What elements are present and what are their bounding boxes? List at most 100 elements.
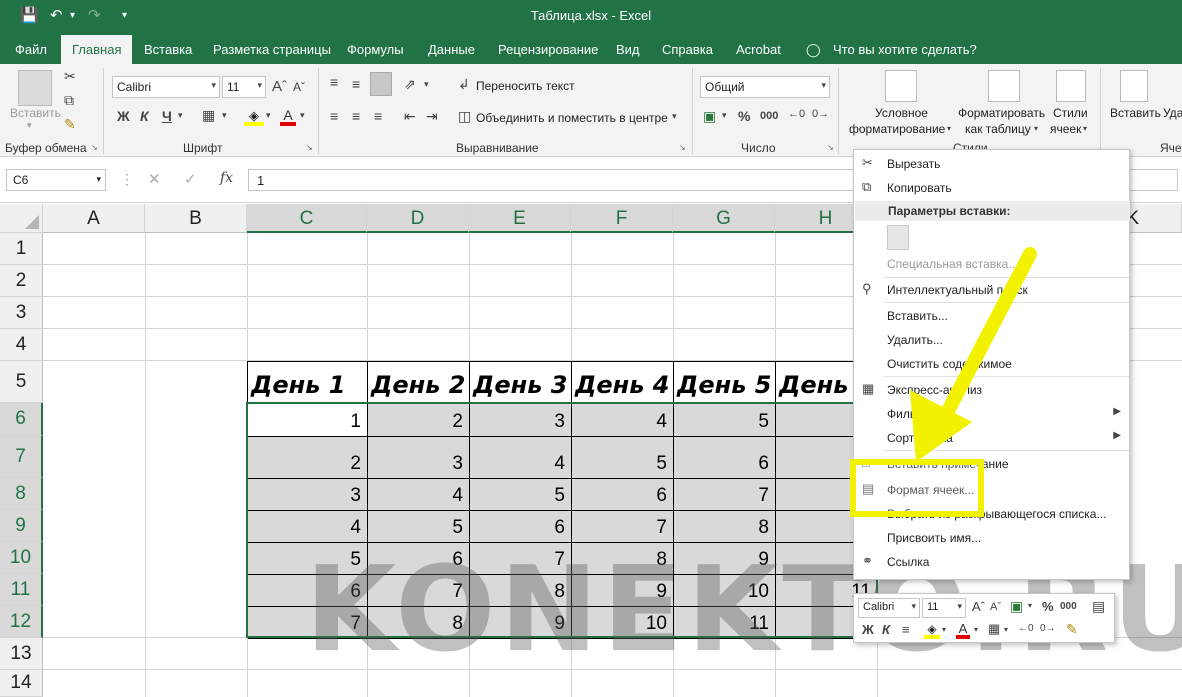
- format-painter-icon[interactable]: ✎: [1066, 621, 1078, 638]
- row-header-9[interactable]: 9: [0, 510, 43, 542]
- row-header-3[interactable]: 3: [0, 297, 43, 329]
- bold-button[interactable]: Ж: [862, 622, 874, 637]
- column-header-b[interactable]: B: [145, 204, 247, 233]
- menu-item-copy[interactable]: ⧉ Копировать: [854, 176, 1129, 200]
- row-header-13[interactable]: 13: [0, 638, 43, 670]
- table-cell[interactable]: 3: [248, 479, 368, 511]
- table-header-cell[interactable]: День 5: [674, 362, 776, 404]
- percent-style-icon[interactable]: %: [738, 108, 750, 124]
- paste-button-label[interactable]: Вставить: [10, 106, 61, 120]
- select-all-corner[interactable]: [0, 204, 43, 233]
- table-cell[interactable]: 4: [368, 479, 470, 511]
- row-header-6[interactable]: 6: [0, 403, 43, 436]
- orientation-dropdown-icon[interactable]: ▾: [424, 79, 429, 90]
- increase-decimal-icon[interactable]: ←0: [1018, 623, 1034, 634]
- format-as-table-icon[interactable]: [988, 70, 1020, 102]
- paste-dropdown-icon[interactable]: ▾: [27, 120, 32, 131]
- borders-icon[interactable]: ▦: [988, 621, 1000, 637]
- decrease-indent-icon[interactable]: ⇤: [404, 108, 416, 125]
- column-header-c[interactable]: C: [247, 204, 367, 233]
- table-header-cell[interactable]: День 3: [470, 362, 572, 404]
- table-cell[interactable]: 8: [572, 543, 674, 575]
- accounting-format-icon[interactable]: ▣: [703, 108, 716, 125]
- grow-font-icon[interactable]: Aˆ: [972, 599, 985, 614]
- table-cell[interactable]: 3: [368, 437, 470, 479]
- mini-size-combo[interactable]: 11 ▾: [922, 598, 966, 618]
- chevron-down-icon[interactable]: ▾: [1083, 124, 1087, 133]
- chevron-down-icon[interactable]: ▾: [1034, 124, 1038, 133]
- conditional-formatting-label-2[interactable]: форматирование: [849, 122, 945, 136]
- cell-styles-label-1[interactable]: Стили: [1053, 106, 1088, 120]
- cancel-icon[interactable]: ✕: [148, 170, 161, 188]
- font-color-icon[interactable]: A: [280, 107, 296, 126]
- increase-indent-icon[interactable]: ⇥: [426, 108, 438, 125]
- conditional-formatting-label-1[interactable]: Условное: [875, 106, 928, 120]
- delete-cells-button[interactable]: Уда: [1163, 106, 1182, 120]
- copy-icon[interactable]: ⧉: [64, 92, 74, 109]
- table-cell[interactable]: 10: [572, 607, 674, 639]
- mini-font-combo[interactable]: Calibri ▾: [858, 598, 920, 618]
- comma-style-icon[interactable]: 000: [760, 110, 778, 122]
- table-cell[interactable]: 5: [248, 543, 368, 575]
- underline-button[interactable]: Ч: [162, 108, 172, 124]
- row-header-1[interactable]: 1: [0, 233, 43, 265]
- cell-styles-icon[interactable]: [1056, 70, 1086, 102]
- merge-center-icon[interactable]: ◫: [458, 108, 471, 125]
- table-cell[interactable]: 9: [470, 607, 572, 639]
- font-color-icon[interactable]: A: [956, 621, 970, 639]
- italic-button[interactable]: К: [140, 108, 149, 124]
- menu-item-cut[interactable]: ✂ Вырезать: [854, 152, 1129, 176]
- table-cell[interactable]: 10: [674, 575, 776, 607]
- format-as-table-label-2[interactable]: как таблицу: [965, 122, 1031, 136]
- clipboard-launcher-icon[interactable]: ↘: [91, 143, 98, 152]
- tab-data[interactable]: Данные: [428, 42, 475, 57]
- tab-view[interactable]: Вид: [616, 42, 640, 57]
- tell-me-search[interactable]: Что вы хотите сделать?: [833, 42, 977, 57]
- font-name-combo[interactable]: Calibri ▾: [112, 76, 220, 98]
- align-left-icon[interactable]: ≡: [330, 108, 338, 124]
- table-cell[interactable]: 6: [572, 479, 674, 511]
- chevron-down-icon[interactable]: ▾: [947, 124, 951, 133]
- chevron-down-icon[interactable]: ▾: [1004, 625, 1008, 634]
- table-cell[interactable]: 6: [248, 575, 368, 607]
- column-header-a[interactable]: A: [43, 204, 145, 233]
- tab-home[interactable]: Главная: [61, 35, 133, 64]
- table-cell[interactable]: 3: [470, 404, 572, 437]
- comma-style-icon[interactable]: 000: [1060, 601, 1077, 612]
- table-cell[interactable]: 8: [368, 607, 470, 639]
- table-cell[interactable]: 6: [674, 437, 776, 479]
- cell-styles-label-2[interactable]: ячеек: [1050, 122, 1081, 136]
- table-cell[interactable]: 7: [674, 479, 776, 511]
- column-header-g[interactable]: G: [673, 204, 775, 233]
- table-cell[interactable]: 7: [248, 607, 368, 639]
- align-right-icon[interactable]: ≡: [374, 108, 382, 124]
- table-cell[interactable]: 9: [674, 543, 776, 575]
- table-header-cell[interactable]: День 4: [572, 362, 674, 404]
- borders-dropdown-icon[interactable]: ▾: [222, 110, 227, 121]
- table-cell[interactable]: 11: [674, 607, 776, 639]
- underline-dropdown-icon[interactable]: ▾: [178, 110, 183, 121]
- wrap-text-button[interactable]: Переносить текст: [476, 79, 575, 93]
- merge-dropdown-icon[interactable]: ▾: [672, 111, 677, 122]
- column-header-f[interactable]: F: [571, 204, 673, 233]
- align-center-icon[interactable]: ≡: [352, 108, 360, 124]
- row-header-14[interactable]: 14: [0, 670, 43, 697]
- column-header-d[interactable]: D: [367, 204, 469, 233]
- row-header-12[interactable]: 12: [0, 606, 43, 638]
- align-center-icon[interactable]: ≡: [902, 622, 910, 637]
- table-cell[interactable]: 4: [470, 437, 572, 479]
- shrink-font-icon[interactable]: Aˇ: [990, 601, 1001, 613]
- tab-file[interactable]: Файл: [15, 42, 47, 57]
- table-cell[interactable]: 5: [674, 404, 776, 437]
- merge-center-button[interactable]: Объединить и поместить в центре: [476, 111, 668, 125]
- tab-help[interactable]: Справка: [662, 42, 713, 57]
- tab-page-layout[interactable]: Разметка страницы: [213, 42, 331, 57]
- fill-color-icon[interactable]: ◈: [244, 108, 264, 126]
- italic-button[interactable]: К: [882, 622, 890, 637]
- format-as-table-label-1[interactable]: Форматировать: [958, 106, 1045, 120]
- tab-insert[interactable]: Вставка: [144, 42, 192, 57]
- column-header-e[interactable]: E: [469, 204, 571, 233]
- cut-icon[interactable]: ✂: [64, 68, 76, 85]
- decrease-decimal-icon[interactable]: 0→: [812, 108, 829, 120]
- table-cell[interactable]: 9: [572, 575, 674, 607]
